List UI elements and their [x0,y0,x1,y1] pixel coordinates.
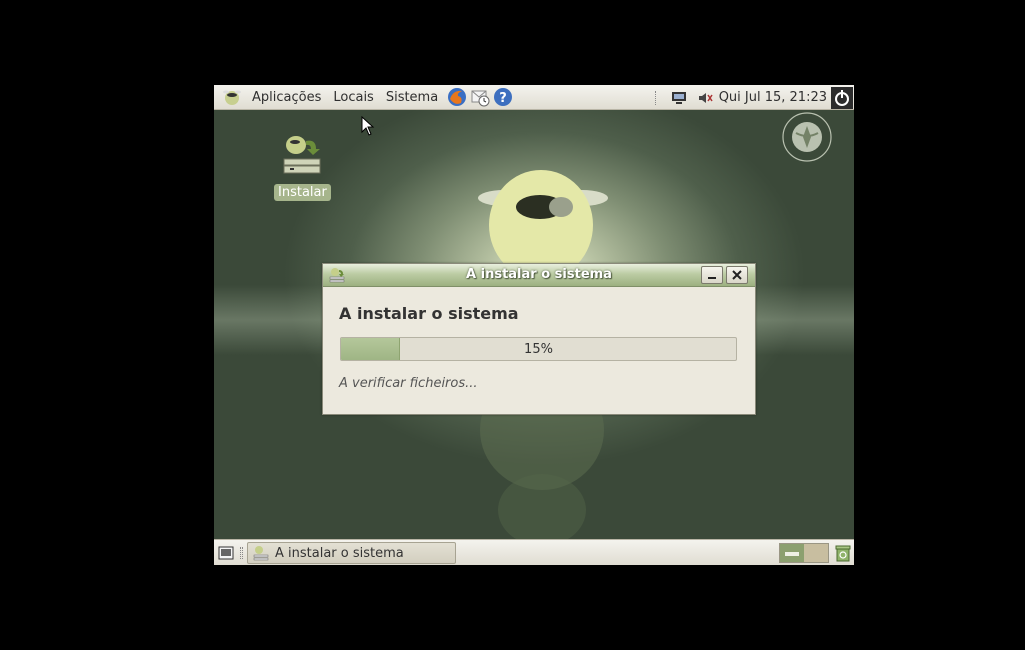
svg-text:?: ? [499,91,507,106]
install-progress-bar: 15% [340,337,737,361]
volume-muted-icon[interactable] [697,90,713,106]
panel-handle [654,90,659,105]
close-icon [732,270,742,280]
help-icon[interactable]: ? [493,87,513,107]
taskbar-item-label: A instalar o sistema [275,545,404,561]
clock[interactable]: Qui Jul 15, 21:23 [715,90,831,105]
installer-task-icon [253,546,269,561]
menu-system[interactable]: Sistema [380,85,444,110]
show-desktop-icon[interactable] [218,545,234,561]
mouse-cursor-icon [361,116,375,136]
taskbar-item[interactable]: A instalar o sistema [247,542,456,564]
dialog-heading: A instalar o sistema [339,304,519,323]
workspace-2[interactable] [804,544,828,562]
trash-icon[interactable] [834,544,852,562]
mail-clock-icon[interactable] [470,87,490,107]
firefox-icon[interactable] [447,87,467,107]
dialog-titlebar[interactable]: A instalar o sistema [323,264,755,287]
network-icon[interactable] [671,90,687,106]
workspace-switcher[interactable] [779,543,829,563]
menu-places[interactable]: Locais [327,85,379,110]
panel-handle [240,547,243,559]
workspace-window-marker [785,552,799,556]
menu-applications[interactable]: Aplicações [246,85,327,110]
top-panel: Aplicações Locais Sistema ? Qui Jul 15, … [214,85,854,110]
minimize-button[interactable] [701,266,723,284]
status-text: A verificar ficheiros... [339,376,478,391]
installer-icon [283,136,321,174]
minimize-icon [708,277,716,279]
workspace-1[interactable] [780,544,804,562]
university-logo [782,112,832,162]
shutdown-icon[interactable] [831,86,853,109]
desktop-icon-label: Instalar [274,184,331,201]
installer-dialog: A instalar o sistema A instalar o sistem… [322,263,756,415]
close-button[interactable] [726,266,748,284]
desktop-screen: Aplicações Locais Sistema ? Qui Jul 15, … [214,85,854,565]
distro-logo-icon[interactable] [222,87,242,107]
bottom-panel: A instalar o sistema [214,539,854,565]
progress-label: 15% [524,342,553,357]
dialog-title: A instalar o sistema [466,267,612,282]
desktop-icon-install[interactable]: Instalar [274,133,331,201]
